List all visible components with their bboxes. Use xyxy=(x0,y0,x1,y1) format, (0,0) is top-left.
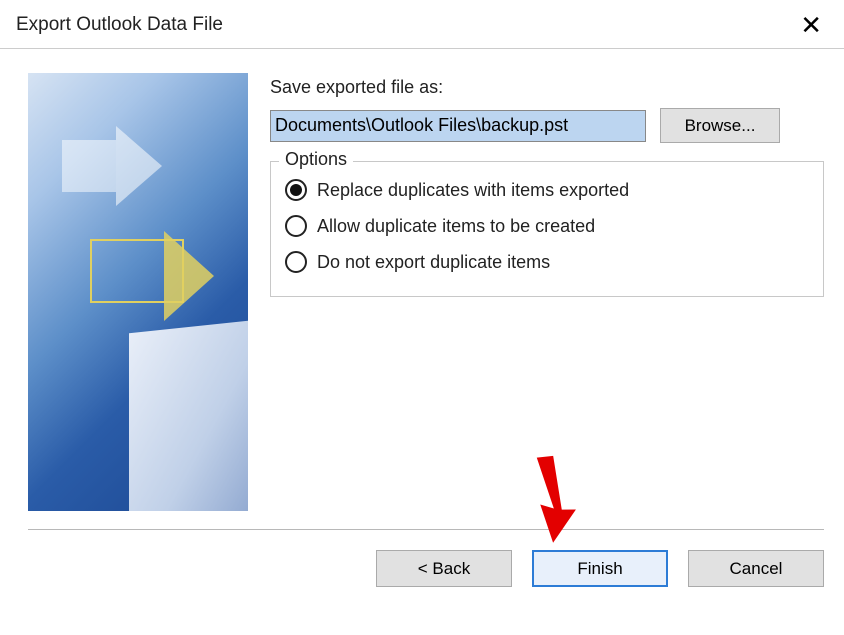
radio-label: Do not export duplicate items xyxy=(317,252,550,273)
options-legend: Options xyxy=(279,149,353,170)
wizard-illustration xyxy=(28,73,248,511)
radio-label: Replace duplicates with items exported xyxy=(317,180,629,201)
cancel-button[interactable]: Cancel xyxy=(688,550,824,587)
file-path-input[interactable] xyxy=(270,110,646,142)
radio-icon[interactable] xyxy=(285,179,307,201)
back-button[interactable]: < Back xyxy=(376,550,512,587)
titlebar: Export Outlook Data File ✕ xyxy=(0,0,844,48)
form-area: Save exported file as: Browse... Options… xyxy=(270,73,824,511)
content-area: Save exported file as: Browse... Options… xyxy=(0,49,844,523)
radio-allow-duplicates[interactable]: Allow duplicate items to be created xyxy=(285,208,809,244)
options-groupbox: Options Replace duplicates with items ex… xyxy=(270,161,824,297)
path-row: Browse... xyxy=(270,108,824,143)
save-as-label: Save exported file as: xyxy=(270,77,824,98)
dialog-title: Export Outlook Data File xyxy=(16,14,223,36)
finish-button[interactable]: Finish xyxy=(532,550,668,587)
close-icon[interactable]: ✕ xyxy=(794,10,828,40)
radio-no-export-duplicates[interactable]: Do not export duplicate items xyxy=(285,244,809,280)
radio-icon[interactable] xyxy=(285,251,307,273)
radio-icon[interactable] xyxy=(285,215,307,237)
button-row: < Back Finish Cancel xyxy=(0,530,844,587)
radio-replace-duplicates[interactable]: Replace duplicates with items exported xyxy=(285,172,809,208)
browse-button[interactable]: Browse... xyxy=(660,108,780,143)
radio-label: Allow duplicate items to be created xyxy=(317,216,595,237)
